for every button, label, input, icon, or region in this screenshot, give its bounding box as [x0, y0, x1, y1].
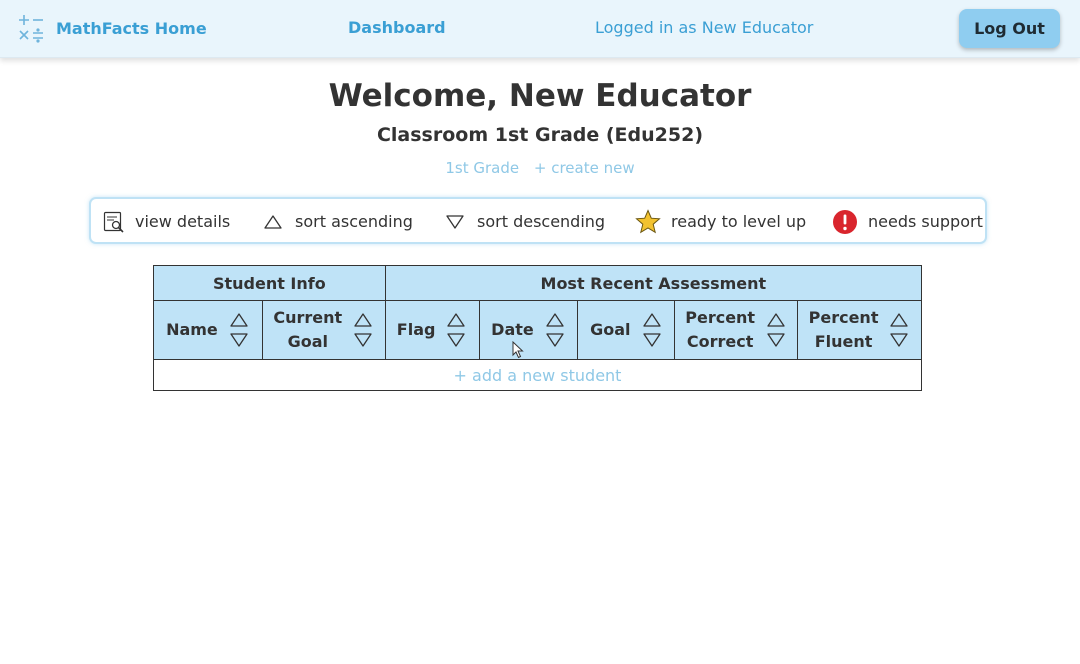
alert-icon	[833, 209, 857, 234]
student-roster-table: Student Info Most Recent Assessment Name…	[153, 265, 923, 391]
sort-ascending-icon[interactable]	[888, 310, 910, 330]
group-header-student-info: Student Info	[153, 265, 386, 301]
legend-label: sort descending	[477, 212, 606, 231]
sort-descending-icon	[443, 212, 467, 232]
sort-descending-icon[interactable]	[228, 330, 250, 350]
star-icon	[635, 208, 661, 233]
sort-ascending-icon	[261, 212, 285, 232]
pointer-cursor-icon	[512, 341, 524, 359]
legend-label: ready to level up	[671, 212, 807, 231]
legend-sort-descending: sort descending	[443, 199, 605, 244]
page-title: Welcome, New Educator	[328, 78, 752, 114]
brand-label[interactable]: MathFacts Home	[56, 19, 207, 38]
class-link-1st-grade[interactable]: 1st Grade	[445, 159, 519, 177]
legend-sort-ascending: sort ascending	[261, 199, 413, 244]
dashboard-link[interactable]: Dashboard	[348, 18, 446, 37]
column-header-percent-fluent: Percent Fluent	[797, 300, 922, 360]
log-out-button[interactable]: Log Out	[959, 9, 1060, 48]
sort-descending-icon[interactable]	[888, 330, 910, 350]
group-header-most-recent-assessment: Most Recent Assessment	[384, 265, 923, 301]
table-column-header-row: Name Current Goal Flag Date Goal Percent…	[153, 300, 922, 360]
sort-descending-icon[interactable]	[352, 330, 374, 350]
sort-ascending-icon[interactable]	[228, 310, 250, 330]
legend-label: sort ascending	[295, 212, 413, 231]
column-header-name: Name	[153, 300, 263, 360]
create-new-class-link[interactable]: + create new	[534, 159, 635, 177]
sort-ascending-icon[interactable]	[765, 310, 787, 330]
top-navbar: MathFacts Home Dashboard Logged in as Ne…	[0, 0, 1080, 58]
sort-descending-icon[interactable]	[544, 330, 566, 350]
brand-link[interactable]: MathFacts Home	[16, 12, 207, 44]
column-header-flag: Flag	[384, 300, 480, 360]
legend-view-details: view details	[103, 199, 230, 244]
add-student-row: + add a new student	[153, 359, 922, 391]
sort-ascending-icon[interactable]	[352, 310, 374, 330]
legend-label: view details	[135, 212, 231, 231]
classroom-title: Classroom 1st Grade (Edu252)	[376, 124, 704, 146]
sort-descending-icon[interactable]	[445, 330, 467, 350]
icon-legend: view details sort ascending sort descend…	[89, 197, 987, 244]
sort-ascending-icon[interactable]	[641, 310, 663, 330]
table-group-header-row: Student Info Most Recent Assessment	[153, 265, 923, 301]
column-header-date: Date	[478, 300, 579, 360]
column-header-percent-correct: Percent Correct	[674, 300, 799, 360]
add-new-student-link[interactable]: + add a new student	[454, 366, 622, 385]
math-operators-icon	[19, 15, 43, 43]
sort-ascending-icon[interactable]	[445, 310, 467, 330]
sort-descending-icon[interactable]	[765, 330, 787, 350]
classroom-links: 1st Grade + create new	[0, 159, 1080, 177]
sort-descending-icon[interactable]	[641, 330, 663, 350]
legend-needs-support: needs support	[832, 199, 983, 244]
view-details-icon	[103, 211, 124, 233]
legend-ready-to-level-up: ready to level up	[635, 199, 806, 244]
sort-ascending-icon[interactable]	[544, 310, 566, 330]
logged-in-user-label: Logged in as New Educator	[595, 18, 814, 37]
legend-label: needs support	[868, 212, 983, 231]
column-header-goal: Goal	[577, 300, 676, 360]
column-header-current-goal: Current Goal	[261, 300, 386, 360]
